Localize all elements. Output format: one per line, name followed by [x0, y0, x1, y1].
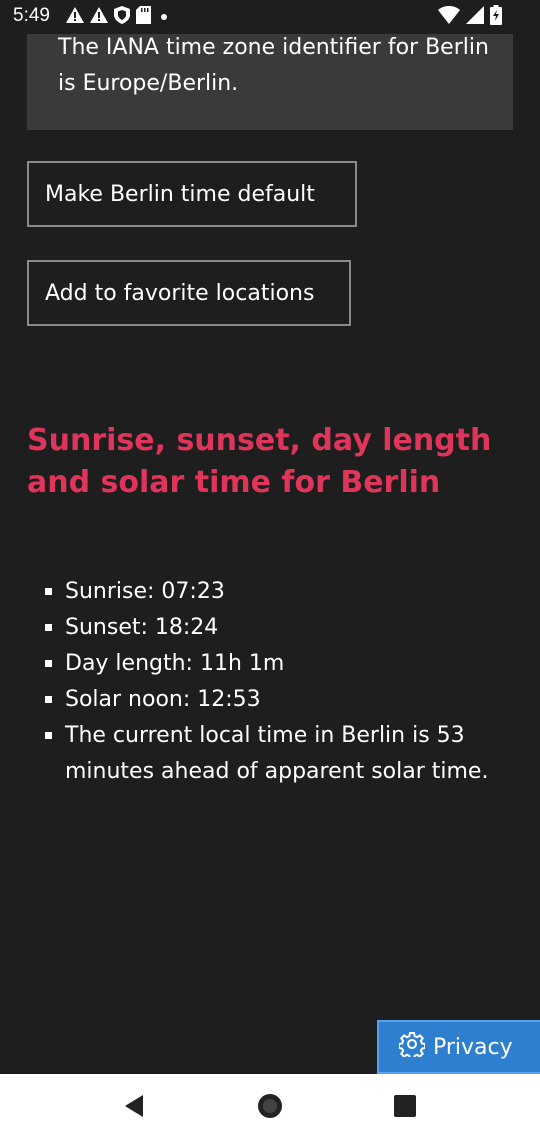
- list-item: The current local time in Berlin is 53 m…: [45, 718, 505, 790]
- sunrise-text: Sunrise: 07:23: [65, 579, 225, 604]
- recents-button[interactable]: [389, 1092, 421, 1124]
- warning-icon: [66, 7, 84, 27]
- recents-icon: [393, 1094, 417, 1122]
- privacy-label: Privacy: [433, 1034, 513, 1060]
- gear-icon: [398, 1031, 426, 1063]
- battery-icon: [490, 5, 502, 29]
- signal-icon: [466, 6, 484, 28]
- status-bar: 5:49: [0, 0, 540, 34]
- privacy-button[interactable]: Privacy: [377, 1020, 540, 1074]
- wifi-icon: [438, 6, 460, 28]
- home-button[interactable]: [254, 1092, 286, 1124]
- status-system-icons: [438, 5, 502, 29]
- solar-offset-text: The current local time in Berlin is 53 m…: [65, 723, 489, 784]
- solar-heading: Sunrise, sunset, day length and solar ti…: [27, 423, 492, 500]
- sd-card-icon: [136, 6, 151, 28]
- status-notification-icons: [66, 6, 171, 28]
- list-item: Day length: 11h 1m: [45, 646, 505, 682]
- list-item: Solar noon: 12:53: [45, 682, 505, 718]
- bullet-icon: [45, 732, 52, 739]
- home-icon: [256, 1092, 284, 1124]
- solar-info-list: Sunrise: 07:23 Sunset: 18:24 Day length:…: [45, 574, 505, 790]
- list-item: Sunset: 18:24: [45, 610, 505, 646]
- bullet-icon: [45, 660, 52, 667]
- shield-icon: [114, 6, 130, 28]
- back-icon: [121, 1093, 147, 1123]
- solar-noon-text: Solar noon: 12:53: [65, 687, 261, 712]
- bullet-icon: [45, 624, 52, 631]
- add-favorite-button[interactable]: Add to favorite locations: [27, 260, 351, 326]
- bullet-icon: [45, 696, 52, 703]
- day-length-text: Day length: 11h 1m: [65, 651, 285, 676]
- sunset-text: Sunset: 18:24: [65, 615, 219, 640]
- list-item: Sunrise: 07:23: [45, 574, 505, 610]
- navigation-bar: [0, 1074, 540, 1140]
- make-default-button[interactable]: Make Berlin time default: [27, 161, 357, 227]
- timezone-info-box: The IANA time zone identifier for Berlin…: [27, 20, 513, 130]
- timezone-info-text: The IANA time zone identifier for Berlin…: [58, 35, 489, 96]
- back-button[interactable]: [118, 1092, 150, 1124]
- status-time: 5:49: [13, 5, 50, 26]
- dot-icon: [157, 8, 171, 27]
- warning-icon: [90, 7, 108, 27]
- bullet-icon: [45, 588, 52, 595]
